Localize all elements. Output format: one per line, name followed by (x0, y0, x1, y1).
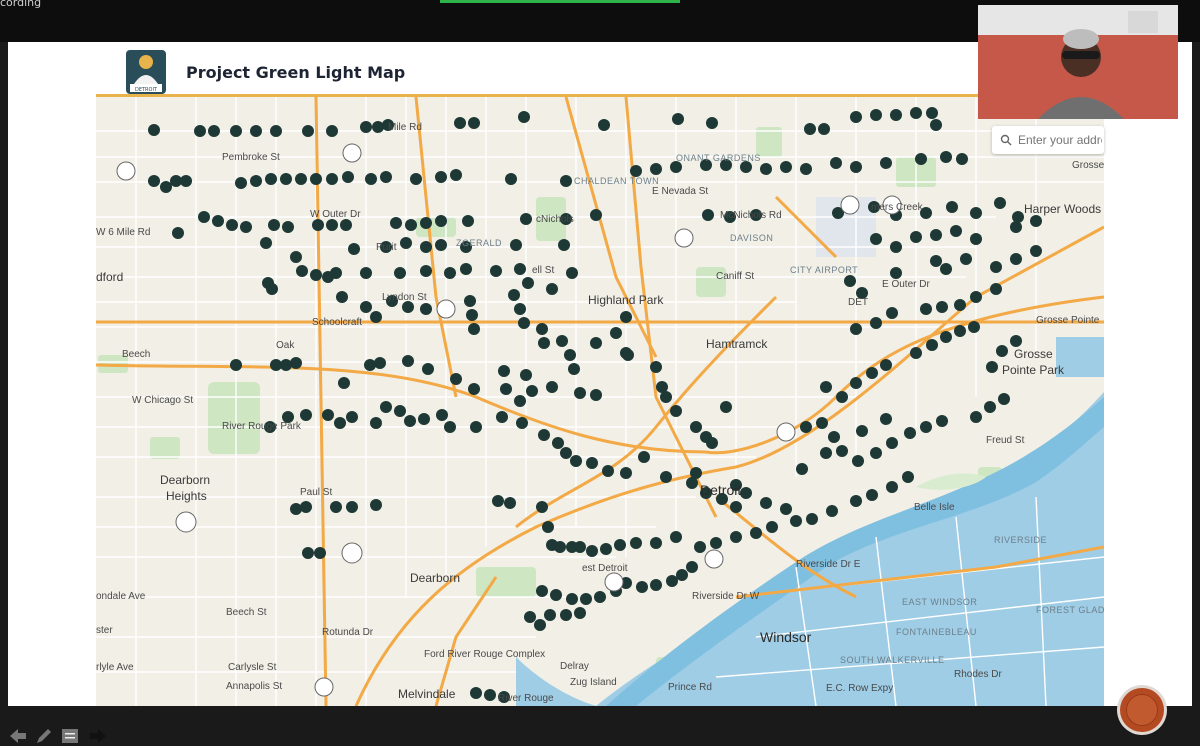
map-label-caniff: Caniff St (716, 271, 755, 282)
page-title: Project Green Light Map (186, 62, 406, 82)
map-label-paul-st: Paul St (300, 487, 333, 498)
map-label-detroit: Detroit (700, 482, 742, 498)
map-label-riverside-dr-e: Riverside Dr E (796, 559, 861, 570)
map-label-beech: Beech (122, 349, 151, 360)
map-label-zug-island: Zug Island (570, 677, 617, 688)
map-label-dearborn-heights-1: Dearborn (160, 473, 211, 487)
presenter-avatar (978, 5, 1178, 119)
map-label-forest-pt-top: Grosse Po (1072, 160, 1104, 171)
map-label-highland-park: Highland Park (588, 293, 664, 307)
map-label-mile-rd: Mile Rd (388, 122, 422, 133)
address-search-box[interactable] (992, 126, 1104, 154)
map-label-belle-isle: Belle Isle (914, 502, 955, 513)
map-label-mcnichols-e: McNichols Rd (720, 210, 782, 221)
map-label-e-outer: E Outer Dr (882, 279, 930, 290)
map-label-riverside-top: RIVERSIDE (994, 535, 1048, 545)
map-label-dford: dford (96, 270, 124, 284)
map-label-prince-rd: Prince Rd (668, 682, 712, 693)
map-label-chaldean: CHALDEAN TOWN (574, 176, 660, 186)
forward-arrow-icon[interactable] (88, 726, 108, 746)
map-label-carlysle: Carlysle St (228, 662, 277, 673)
map-label-grosse-pointe: Grosse Pointe (1036, 315, 1100, 326)
map-label-pembroke: Pembroke St (222, 152, 280, 163)
map-label-schoolcraft: Schoolcraft (312, 317, 363, 328)
map-label-forest-glade: FOREST GLADE (1036, 605, 1104, 615)
map-label-det: DET (848, 297, 868, 308)
map-label-annapolis: Annapolis St (226, 681, 283, 692)
map-label-harper-woods: Harper Woods (1024, 202, 1102, 216)
map-label-hamtramck: Hamtramck (706, 337, 768, 351)
logo-name-text: DETROIT (135, 87, 158, 93)
map-viewport[interactable]: Pembroke St Mile Rd W 6 Mile Rd W Outer … (96, 97, 1104, 706)
map-label-rotunda: Rotunda Dr (322, 627, 374, 638)
map-label-w-outer: W Outer Dr (310, 209, 361, 220)
map-label-rlyle: rlyle Ave (96, 662, 134, 673)
notes-icon[interactable] (60, 726, 80, 746)
map-label-east-windsor: EAST WINDSOR (902, 597, 978, 607)
map-label-oak: Oak (276, 340, 295, 351)
map-label-ford-rouge: Ford River Rouge Complex (424, 649, 546, 660)
map-label-w6mile: W 6 Mile Rd (96, 227, 151, 238)
map-label-beech-st: Beech St (226, 607, 267, 618)
map-label-w-chicago: W Chicago St (132, 395, 194, 406)
back-arrow-icon[interactable] (8, 726, 28, 746)
map-label-grosse: Grosse (1014, 347, 1053, 361)
search-icon (1000, 134, 1012, 146)
detroit-logo: DETROIT (126, 50, 166, 94)
map-label-mers-creek: mers Creek (871, 202, 923, 213)
map-label-purit: Purit (376, 242, 397, 253)
address-search-input[interactable] (1016, 132, 1104, 148)
map-label-mcnichols-w: cNichols (536, 214, 574, 225)
map-label-w-detroit: est Detroit (582, 563, 628, 574)
map-label-conant: ONANT GARDENS (676, 153, 761, 163)
map-label-ondale: ondale Ave (96, 591, 146, 602)
orange-circle-inner (1126, 694, 1158, 726)
map-label-davison: DAVISON (730, 233, 774, 243)
map-label-melvindale: Melvindale (398, 687, 456, 701)
map-label-river-rouge-park: River Rouge Park (222, 421, 301, 432)
map-label-dearborn-heights-2: Heights (166, 489, 207, 503)
map-label-rhodes: Rhodes Dr (954, 669, 1002, 680)
map-label-freud: Freud St (986, 435, 1025, 446)
map-label-ell-st: ell St (532, 265, 555, 276)
map-label-river-rouge: River Rouge (498, 693, 554, 704)
map-label-windsor: Windsor (760, 629, 812, 645)
map-label-ster: ster (96, 625, 113, 636)
orange-circle-button[interactable] (1120, 688, 1164, 732)
map-label-e-nevada: E Nevada St (652, 186, 709, 197)
webcam-thumbnail[interactable] (978, 5, 1178, 119)
map-label-fontainebleau: FONTAINEBLEAU (896, 627, 977, 637)
recording-label: cording (0, 0, 42, 9)
map-label-riverside-dr-w: Riverside Dr W (692, 591, 760, 602)
map-label-ec-row: E.C. Row Expy (826, 683, 894, 694)
map-label-pointe-park: Pointe Park (1002, 363, 1065, 377)
pen-icon[interactable] (34, 726, 54, 746)
map-label-south-walkerville: SOUTH WALKERVILLE (840, 655, 945, 665)
map-label-dearborn: Dearborn (410, 571, 461, 585)
map-label-city-airport: CITY AIRPORT (790, 265, 859, 275)
map-label-delray: Delray (560, 661, 589, 672)
map-label-lyndon: Lyndon St (382, 292, 427, 303)
slide-header: DETROIT Project Green Light Map (120, 50, 406, 94)
active-speaker-strip (440, 0, 680, 3)
map-label-zgerald: ZGERALD (456, 238, 503, 248)
